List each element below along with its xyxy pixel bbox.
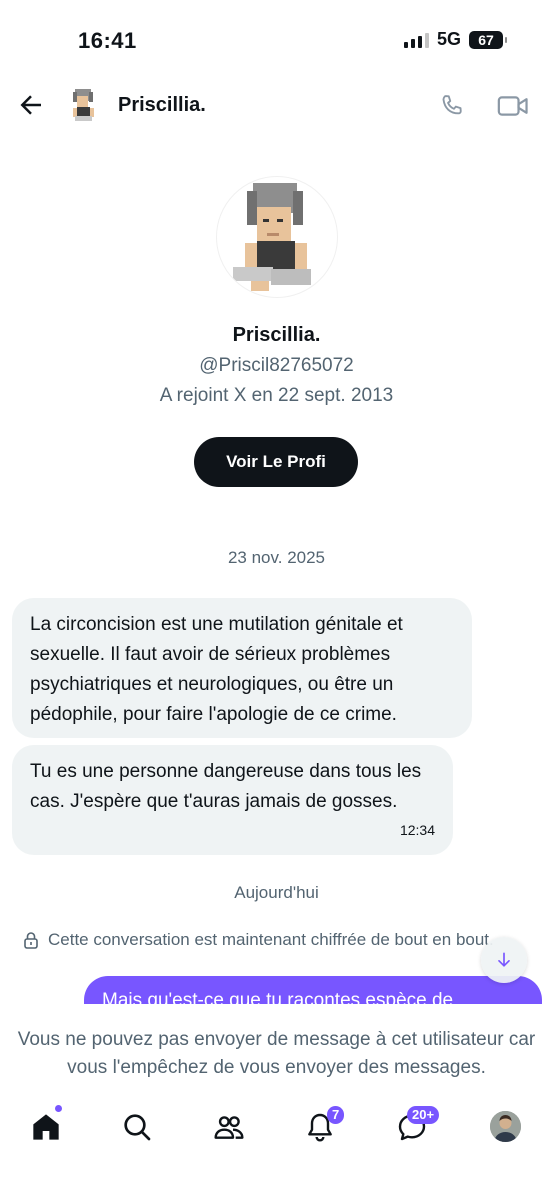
scroll-to-bottom-button[interactable]: [481, 937, 527, 983]
phone-icon[interactable]: [438, 92, 466, 120]
battery-icon: 67: [469, 30, 507, 49]
video-icon[interactable]: [497, 93, 529, 119]
status-time: 16:41: [78, 28, 137, 53]
header-avatar[interactable]: [62, 84, 104, 126]
profile-avatar[interactable]: [216, 176, 338, 298]
notifications-badge: 7: [327, 1106, 345, 1124]
home-unread-dot: [55, 1105, 62, 1112]
messages-badge: 20+: [407, 1106, 440, 1124]
message-text: La circoncision est une mutilation génit…: [30, 614, 403, 725]
profile-joined-date: A rejoint X en 22 sept. 2013: [159, 385, 394, 406]
tab-search[interactable]: [119, 1109, 155, 1145]
profile-name: Priscillia.: [232, 324, 321, 346]
message-bubble-incoming[interactable]: La circoncision est une mutilation génit…: [12, 598, 472, 738]
arrow-down-icon: [498, 952, 510, 967]
home-icon: [33, 1114, 59, 1140]
back-arrow-icon[interactable]: [16, 90, 46, 120]
encryption-notice: Cette conversation est maintenant chiffr…: [22, 930, 542, 950]
bottom-tab-bar: 7 20+: [0, 1092, 553, 1200]
network-label: 5G: [436, 29, 461, 49]
date-separator: 23 nov. 2025: [227, 548, 326, 567]
encryption-notice-text: Cette conversation est maintenant chiffr…: [48, 930, 494, 949]
communities-icon: [214, 1116, 244, 1139]
status-indicators: 5G 67: [403, 29, 507, 50]
message-text: Tu es une personne dangereuse dans tous …: [30, 761, 422, 812]
search-icon: [124, 1114, 151, 1141]
date-separator: Aujourd'hui: [234, 883, 319, 902]
blocked-notice: Vous ne pouvez pas envoyer de message à …: [0, 1004, 553, 1090]
battery-level: 67: [478, 31, 494, 48]
view-profile-button[interactable]: Voir Le Profi: [194, 437, 358, 487]
dm-screen: 16:41 5G 67 Priscillia. Priscillia. @Pri…: [0, 0, 553, 1200]
message-timestamp: 12:34: [399, 822, 435, 838]
lock-icon: [24, 932, 38, 949]
tab-home[interactable]: [28, 1109, 64, 1145]
profile-handle: @Priscil82765072: [199, 355, 354, 376]
header-name[interactable]: Priscillia.: [118, 94, 206, 117]
message-bubble-incoming[interactable]: Tu es une personne dangereuse dans tous …: [12, 745, 453, 855]
conversation-header: Priscillia.: [0, 70, 553, 140]
account-avatar[interactable]: [490, 1111, 521, 1142]
signal-icon: [403, 32, 429, 48]
tab-communities[interactable]: [211, 1109, 247, 1145]
